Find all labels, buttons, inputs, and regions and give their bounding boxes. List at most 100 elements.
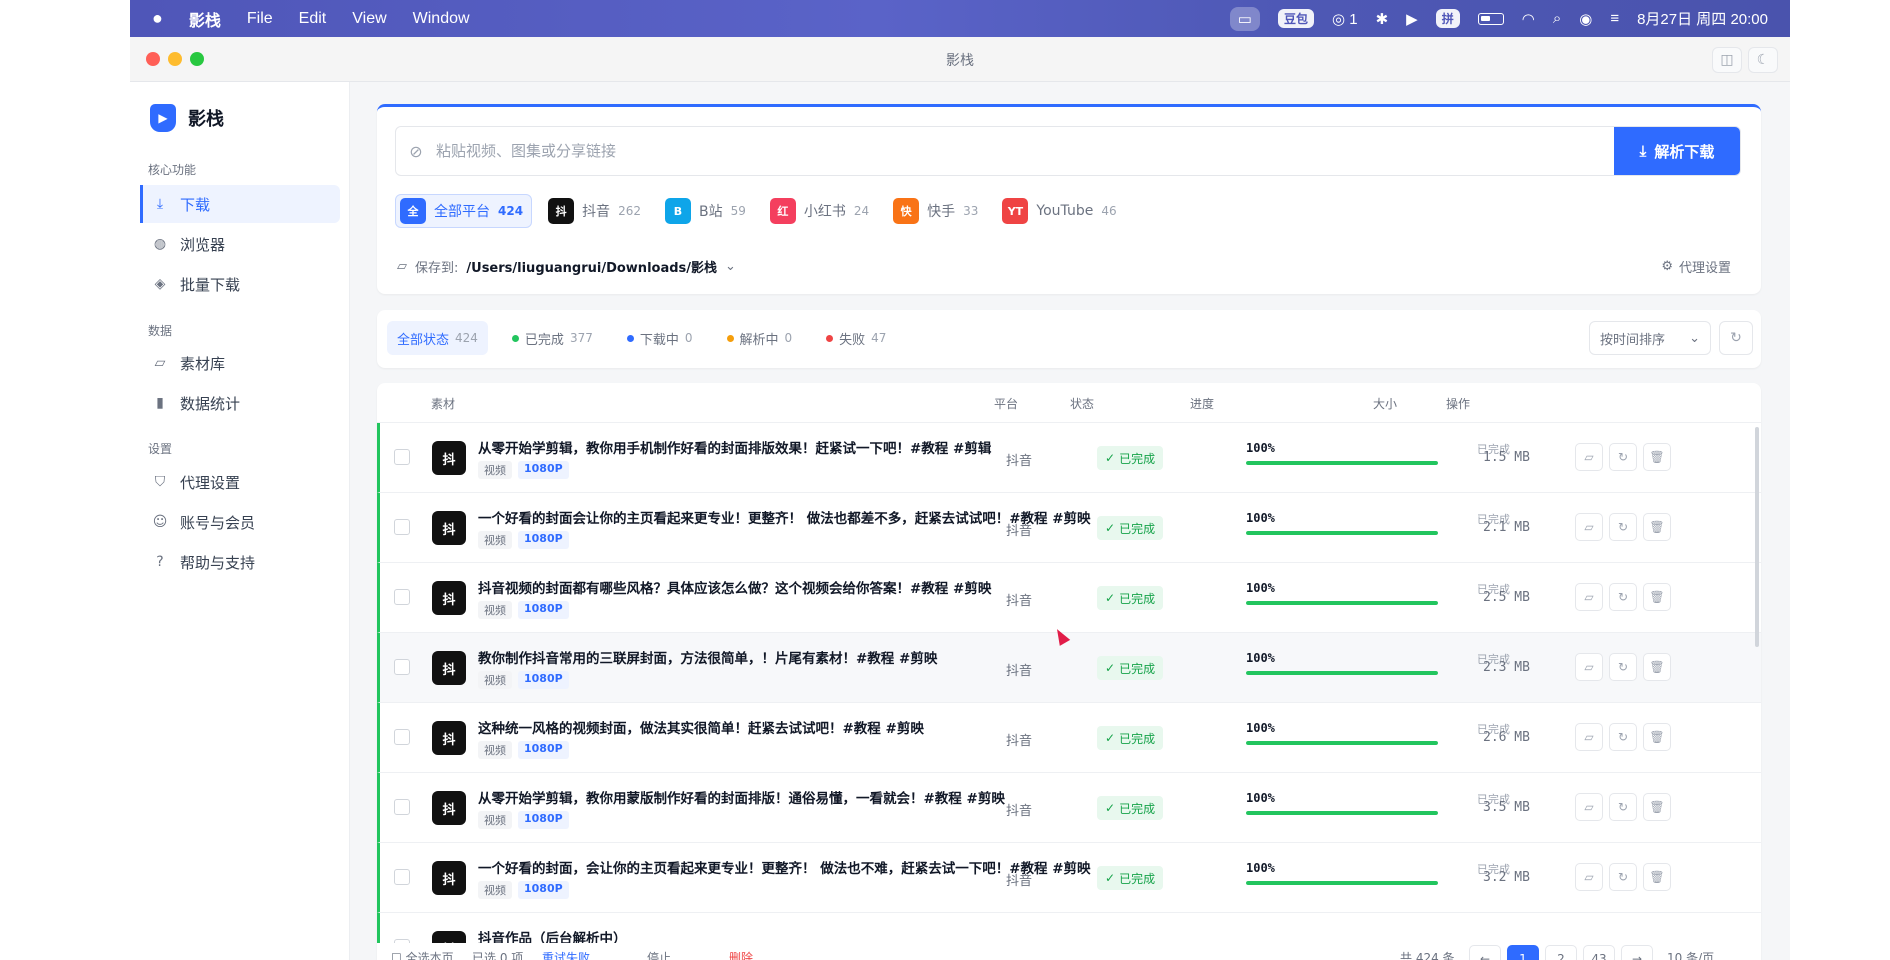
page-button-1[interactable]: 1 (1507, 945, 1539, 960)
prev-page-button[interactable]: ← (1469, 945, 1501, 960)
redownload-button[interactable]: ↻ (1609, 443, 1637, 471)
status-tab-downloading[interactable]: 下载中 0 (617, 321, 703, 355)
row-title[interactable]: 从零开始学剪辑，教你用蒙版制作好看的封面排版！通俗易懂，一看就会！#教程 #剪映 (478, 787, 1098, 807)
menu-file[interactable]: File (247, 10, 273, 28)
sidebar-item-library[interactable]: ▱ 素材库 (140, 344, 340, 382)
delete-row-button[interactable]: 🗑 (1643, 723, 1671, 751)
delete-row-button[interactable]: 🗑 (1643, 653, 1671, 681)
table-row[interactable]: 抖一个好看的封面，会让你的主页看起来更专业！更整齐！ 做法也不难，赶紧去试一下吧… (377, 843, 1761, 913)
delete-button[interactable]: 删除 (729, 949, 753, 960)
retry-failed-button[interactable]: 重试失败 (542, 949, 590, 960)
stop-button[interactable]: 停止 (647, 949, 671, 960)
open-folder-button[interactable]: ▱ (1575, 863, 1603, 891)
sidebar-item-label: 批量下载 (180, 275, 241, 294)
platform-youtube[interactable]: YT YouTube 46 (998, 194, 1124, 228)
platform-xiaohongshu[interactable]: 红 小红书 24 (766, 194, 877, 228)
parse-download-button[interactable]: ⤓ 解析下载 (1614, 127, 1740, 175)
table-scrollbar[interactable] (1755, 427, 1759, 647)
page-button-2[interactable]: 2 (1545, 945, 1577, 960)
row-checkbox[interactable] (394, 729, 410, 745)
row-checkbox[interactable] (394, 589, 410, 605)
platform-bilibili[interactable]: B B站 59 (661, 194, 754, 228)
status-tab-parsing[interactable]: 解析中 0 (717, 321, 803, 355)
open-folder-button[interactable]: ▱ (1575, 653, 1603, 681)
redownload-button[interactable]: ↻ (1609, 513, 1637, 541)
sidebar-item-proxy[interactable]: ⛉ 代理设置 (140, 463, 340, 501)
row-checkbox[interactable] (394, 869, 410, 885)
table-row[interactable]: 抖一个好看的封面会让你的主页看起来更专业！更整齐！ 做法也都差不多，赶紧去试试吧… (377, 493, 1761, 563)
row-checkbox[interactable] (394, 519, 410, 535)
row-title[interactable]: 一个好看的封面，会让你的主页看起来更专业！更整齐！ 做法也不难，赶紧去试一下吧！… (478, 857, 1098, 877)
sidebar-item-statistics[interactable]: ▮ 数据统计 (140, 384, 340, 422)
screen-mirror-icon[interactable]: ▭ (1229, 6, 1260, 31)
status-tab-completed[interactable]: 已完成 377 (502, 321, 603, 355)
menu-app-name[interactable]: 影栈 (189, 7, 221, 31)
bluetooth-icon[interactable]: ✱ (1376, 10, 1389, 28)
status-tab-all[interactable]: 全部状态 424 (387, 321, 488, 355)
select-page-checkbox[interactable]: ☐ 全选本页 (391, 949, 454, 960)
open-folder-button[interactable]: ▱ (1575, 513, 1603, 541)
table-row[interactable]: 抖从零开始学剪辑，教你用蒙版制作好看的封面排版！通俗易懂，一看就会！#教程 #剪… (377, 773, 1761, 843)
battery-icon[interactable] (1477, 12, 1504, 25)
sidebar-item-account[interactable]: ☺ 账号与会员 (140, 503, 340, 541)
next-page-button[interactable]: → (1621, 945, 1653, 960)
sidebar-item-browser[interactable]: ◍ 浏览器 (140, 225, 340, 263)
wifi-icon[interactable]: ◠ (1522, 10, 1535, 28)
doubao-status[interactable]: 豆包 (1277, 9, 1314, 28)
row-checkbox[interactable] (394, 799, 410, 815)
theme-toggle-button[interactable]: ☾ (1748, 47, 1778, 73)
delete-row-button[interactable]: 🗑 (1643, 443, 1671, 471)
table-row[interactable]: 抖教你制作抖音常用的三联屏封面，方法很简单，！片尾有素材！#教程 #剪映 视频 10… (377, 633, 1761, 703)
redownload-button[interactable]: ↻ (1609, 583, 1637, 611)
per-page-select[interactable]: 10 条/页 (1667, 949, 1714, 960)
platform-douyin[interactable]: 抖 抖音 262 (544, 194, 649, 228)
ime-indicator[interactable]: 拼 (1435, 9, 1460, 28)
menu-view[interactable]: View (352, 10, 386, 28)
delete-row-button[interactable]: 🗑 (1643, 793, 1671, 821)
redownload-button[interactable]: ↻ (1609, 793, 1637, 821)
open-folder-button[interactable]: ▱ (1575, 723, 1603, 751)
proxy-settings-link[interactable]: ⚙ 代理设置 (1661, 257, 1731, 276)
menubar-datetime[interactable]: 8月27日 周四 20:00 (1637, 8, 1768, 29)
table-row[interactable]: 抖从零开始学剪辑，教你用手机制作好看的封面排版效果！赶紧试一下吧！#教程 #剪辑… (377, 423, 1761, 493)
siri-icon[interactable]: ◉ (1579, 10, 1592, 28)
delete-row-button[interactable]: 🗑 (1643, 583, 1671, 611)
redownload-button[interactable]: ↻ (1609, 863, 1637, 891)
delete-row-button[interactable]: 🗑 (1643, 513, 1671, 541)
apple-icon[interactable]: ● (152, 8, 163, 29)
platform-kuaishou[interactable]: 快 快手 33 (889, 194, 986, 228)
row-title[interactable]: 这种统一风格的视频封面，做法其实很简单！赶紧去试试吧！#教程 #剪映 (478, 717, 1098, 737)
refresh-button[interactable]: ↻ (1719, 321, 1753, 355)
platform-all[interactable]: 全 全部平台 424 (395, 194, 533, 228)
row-title[interactable]: 抖音视频的封面都有哪些风格？具体应该怎么做？这个视频会给你答案！#教程 #剪映 (478, 577, 1098, 597)
menu-window[interactable]: Window (413, 10, 470, 28)
sidebar-item-batch-download[interactable]: ◈ 批量下载 (140, 265, 340, 303)
wechat-status[interactable]: ◎ 1 (1332, 10, 1358, 28)
table-row[interactable]: 抖这种统一风格的视频封面，做法其实很简单！赶紧去试试吧！#教程 #剪映 视频 108… (377, 703, 1761, 773)
redownload-button[interactable]: ↻ (1609, 653, 1637, 681)
open-folder-button[interactable]: ▱ (1575, 793, 1603, 821)
chevron-down-icon[interactable]: ⌄ (725, 259, 736, 274)
open-folder-button[interactable]: ▱ (1575, 583, 1603, 611)
sidebar-toggle-button[interactable]: ◫ (1712, 47, 1742, 73)
row-title[interactable]: 一个好看的封面会让你的主页看起来更专业！更整齐！ 做法也都差不多，赶紧去试试吧！… (478, 507, 1098, 527)
url-input[interactable] (436, 127, 1614, 175)
sort-select[interactable]: 按时间排序 ⌄ (1589, 321, 1711, 355)
row-title[interactable]: 从零开始学剪辑，教你用手机制作好看的封面排版效果！赶紧试一下吧！#教程 #剪辑 (478, 437, 1098, 457)
row-checkbox[interactable] (394, 449, 410, 465)
save-path-value[interactable]: /Users/liuguangrui/Downloads/影栈 (466, 257, 717, 276)
delete-row-button[interactable]: 🗑 (1643, 863, 1671, 891)
sidebar-item-help[interactable]: ? 帮助与支持 (140, 543, 340, 581)
page-button-43[interactable]: 43 (1583, 945, 1615, 960)
redownload-button[interactable]: ↻ (1609, 723, 1637, 751)
spotlight-search-icon[interactable]: ⌕ (1553, 10, 1561, 27)
play-icon[interactable]: ▶ (1406, 10, 1418, 28)
menu-edit[interactable]: Edit (299, 10, 327, 28)
status-tab-failed[interactable]: 失败 47 (816, 321, 896, 355)
sidebar-item-download[interactable]: ⤓ 下载 (140, 185, 340, 223)
row-title[interactable]: 教你制作抖音常用的三联屏封面，方法很简单，！片尾有素材！#教程 #剪映 (478, 647, 1098, 667)
table-row[interactable]: 抖抖音视频的封面都有哪些风格？具体应该怎么做？这个视频会给你答案！#教程 #剪映… (377, 563, 1761, 633)
open-folder-button[interactable]: ▱ (1575, 443, 1603, 471)
row-checkbox[interactable] (394, 659, 410, 675)
control-center-icon[interactable]: ≡ (1610, 10, 1619, 27)
